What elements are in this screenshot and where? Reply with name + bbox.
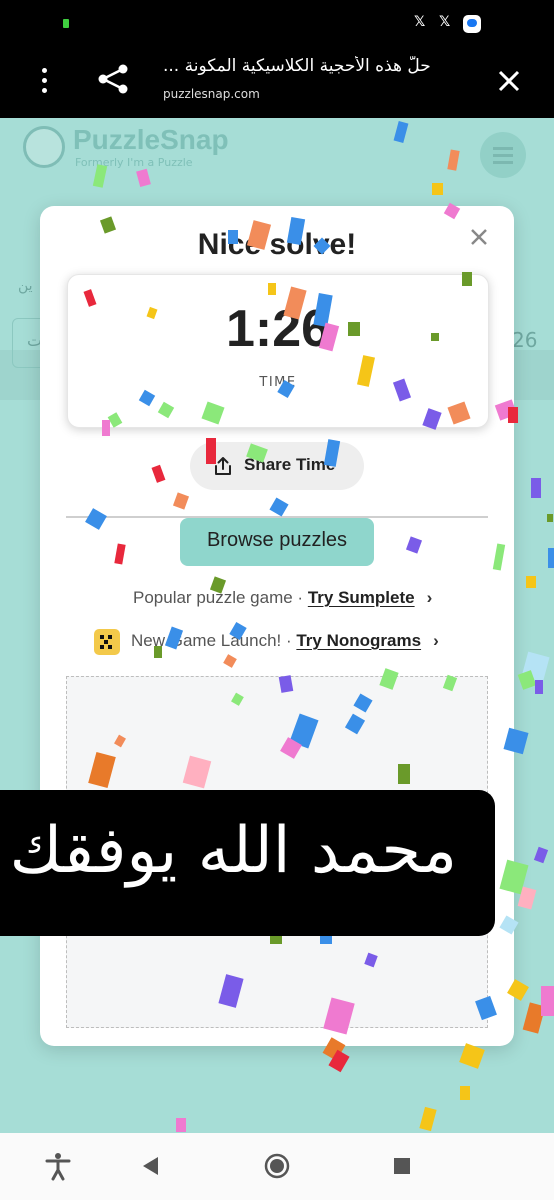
recents-icon[interactable] — [387, 1151, 417, 1181]
chevron-right-icon: › — [426, 588, 433, 607]
site-logo[interactable]: PuzzleSnap — [73, 124, 229, 156]
share-icon[interactable] — [96, 62, 130, 96]
more-vertical-icon[interactable] — [30, 66, 60, 96]
messenger-icon — [463, 15, 481, 33]
browse-puzzles-button[interactable]: Browse puzzles — [180, 518, 374, 566]
share-time-button[interactable]: Share Time — [190, 442, 364, 490]
x-icon: 𝕏 — [414, 14, 426, 30]
modal-close-icon[interactable] — [468, 226, 490, 248]
promo-sumplete: Popular puzzle game · Try Sumplete › — [133, 588, 432, 608]
time-label: TIME — [259, 375, 297, 390]
share-time-label: Share Time — [244, 455, 336, 474]
close-icon[interactable] — [494, 66, 524, 96]
status-bar: 𝕏 𝕏 — [0, 0, 554, 46]
browse-puzzles-label: Browse puzzles — [206, 529, 348, 551]
chevron-right-icon: › — [433, 631, 439, 650]
text-overlay-banner: محمد الله يوفقك — [0, 790, 495, 936]
site-logo-subtitle: Formerly I'm a Puzzle — [75, 156, 193, 169]
promo-nonograms: New Game Launch! · Try Nonograms › — [131, 631, 439, 651]
time-card: 1:26 TIME — [67, 274, 489, 428]
nonograms-icon — [94, 629, 120, 655]
page-text-fragment: ين — [18, 278, 33, 294]
modal-title: Nice solve! — [197, 228, 357, 261]
page-timer-fragment: 26 — [512, 328, 538, 352]
custom-tab-toolbar: حلّ هذه الأحجية الكلاسيكية المكونة ... p… — [0, 46, 554, 118]
upload-icon — [215, 457, 231, 475]
try-nonograms-link[interactable]: Try Nonograms — [296, 631, 421, 650]
accessibility-icon[interactable] — [43, 1151, 73, 1181]
try-sumplete-link[interactable]: Try Sumplete — [308, 588, 415, 607]
menu-icon[interactable] — [480, 132, 526, 178]
promo-sumplete-text: Popular puzzle game · — [133, 588, 308, 607]
system-navigation-bar — [0, 1133, 554, 1200]
home-icon[interactable] — [262, 1151, 292, 1181]
site-header: PuzzleSnap Formerly I'm a Puzzle — [0, 118, 554, 180]
x-icon: 𝕏 — [439, 14, 451, 30]
back-icon[interactable] — [136, 1151, 166, 1181]
logo-icon — [23, 126, 65, 168]
notification-dot-icon — [63, 19, 69, 28]
promo-nonograms-text: New Game Launch! · — [131, 631, 297, 650]
page-url: puzzlesnap.com — [163, 87, 260, 101]
page-title: حلّ هذه الأحجية الكلاسيكية المكونة ... — [163, 56, 431, 76]
banner-text: محمد الله يوفقك — [9, 814, 457, 888]
time-value: 1:26 — [225, 300, 331, 358]
